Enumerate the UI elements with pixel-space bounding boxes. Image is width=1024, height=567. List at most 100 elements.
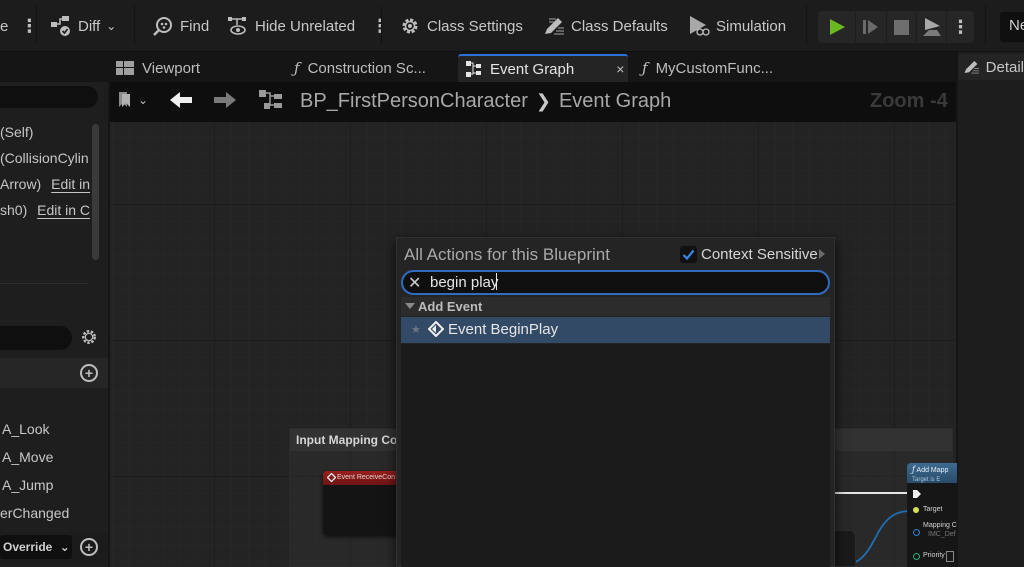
eject-button[interactable] [917, 11, 947, 43]
hide-unrelated-label: Hide Unrelated [255, 17, 356, 35]
category-label: Add Event [418, 299, 483, 314]
arrow-left-icon [170, 92, 192, 108]
breadcrumb: BP_FirstPersonCharacter ❯ Event Graph [300, 90, 671, 113]
kebab-menu-icon[interactable]: ⋮ [371, 16, 389, 37]
pin-default-value[interactable]: IMC_Def [928, 531, 956, 538]
collapse-arrow-icon[interactable] [405, 303, 415, 309]
components-search-input[interactable] [0, 86, 98, 108]
exec-pin-icon[interactable] [912, 489, 922, 499]
tab-label: Viewport [142, 59, 201, 77]
edit-in-link[interactable]: Edit in C [37, 202, 90, 218]
add-function-icon[interactable]: + [80, 538, 98, 556]
component-label: Arrow) [0, 176, 42, 192]
target-pin-icon[interactable] [913, 507, 919, 513]
close-tab-icon[interactable]: × [616, 61, 624, 77]
editor-tab-strip: Viewport ƒ Construction Sc... Event Grap… [0, 52, 1024, 82]
exec-wire [832, 492, 910, 494]
simulation-icon [690, 16, 710, 36]
action-search-input[interactable] [430, 272, 820, 292]
priority-pin-icon[interactable] [913, 553, 920, 560]
diff-button[interactable]: Diff ⌄ [50, 10, 116, 42]
function-icon: ƒ [912, 465, 915, 474]
graph-icon [466, 61, 481, 77]
hide-unrelated-button[interactable]: Hide Unrelated ⋮ [227, 10, 389, 42]
function-icon: ƒ [294, 59, 300, 77]
add-mapping-node-header[interactable]: ƒ Add Mapp Target is E [907, 463, 957, 483]
kebab-menu-icon: ⋮ [951, 16, 970, 37]
context-sensitive-label[interactable]: Context Sensitive [701, 246, 818, 263]
input-action-item[interactable]: A_Jump [2, 477, 53, 493]
tab-event-graph[interactable]: Event Graph × [458, 54, 628, 82]
class-defaults-button[interactable]: Class Defaults [543, 10, 668, 42]
breadcrumb-current-graph: Event Graph [558, 90, 672, 112]
node-title: Add Mapp [916, 467, 949, 474]
class-settings-button[interactable]: Class Settings [399, 10, 523, 42]
my-blueprint-search-input[interactable] [0, 326, 72, 350]
pin-label: Mapping C [923, 522, 957, 529]
blueprint-graph-icon [259, 90, 285, 117]
override-dropdown[interactable]: Override ⌄ [0, 535, 72, 559]
stop-button[interactable] [887, 11, 917, 43]
find-button[interactable]: Find [152, 10, 209, 42]
kebab-menu-icon[interactable]: ⋮ [20, 16, 38, 37]
text-caret [496, 273, 497, 290]
pin-label: Priority [923, 552, 945, 559]
eject-icon [923, 18, 941, 36]
arrow-right-icon [214, 92, 236, 108]
input-action-item[interactable]: A_Look [2, 421, 49, 437]
back-button[interactable] [170, 90, 194, 115]
diff-icon [51, 16, 70, 36]
chevron-down-icon: ⌄ [59, 540, 70, 554]
play-options-button[interactable]: ⋮ [946, 11, 974, 43]
favorite-star-icon[interactable]: ★ [411, 323, 421, 336]
input-action-item[interactable]: A_Move [2, 449, 53, 465]
tab-viewport[interactable]: Viewport [108, 54, 278, 82]
clear-search-icon[interactable]: ✕ [408, 273, 421, 293]
simulation-button[interactable]: Simulation [688, 10, 786, 42]
tab-label: Event Graph [490, 60, 575, 78]
hide-unrelated-icon [228, 17, 246, 35]
settings-gear-button[interactable] [80, 328, 98, 351]
class-defaults-label: Class Defaults [571, 17, 668, 35]
toolbar-partial-label: e [0, 17, 9, 35]
toolbar-partial-item[interactable]: e ⋮ [0, 10, 38, 42]
components-scrollbar[interactable] [92, 124, 99, 260]
component-row[interactable]: Arrow) Edit in [0, 176, 90, 198]
variable-node[interactable] [832, 530, 856, 567]
priority-input[interactable] [946, 551, 954, 562]
tab-details[interactable]: Detail [958, 54, 1024, 80]
component-label: sh0) [0, 202, 28, 218]
mode-selector[interactable]: Ne [1000, 12, 1024, 42]
event-item[interactable]: erChanged [0, 505, 69, 521]
component-label: (CollisionCylin [0, 150, 89, 166]
main-toolbar: e ⋮ Diff ⌄ Find Hide Unrelated ⋮ Class S… [0, 0, 1024, 52]
forward-button[interactable] [212, 90, 236, 115]
chevron-down-icon: ⌄ [138, 93, 149, 107]
context-sensitive-checkbox[interactable] [680, 246, 697, 263]
component-row[interactable]: (Self) [0, 124, 33, 146]
play-icon [830, 19, 845, 35]
tab-my-custom-function[interactable]: ƒ MyCustomFunc... [634, 54, 804, 82]
play-button[interactable] [822, 11, 852, 43]
component-row[interactable]: sh0) Edit in C [0, 202, 90, 224]
expand-arrow-icon[interactable] [819, 249, 825, 259]
action-menu-title: All Actions for this Blueprint [404, 245, 610, 264]
tab-construction-script[interactable]: ƒ Construction Sc... [286, 54, 456, 82]
class-settings-label: Class Settings [427, 17, 523, 35]
find-icon [153, 17, 172, 36]
add-icon[interactable]: + [80, 364, 98, 382]
breadcrumb-separator-icon: ❯ [535, 91, 551, 111]
node-subtitle: Target is E [912, 477, 941, 483]
advance-frame-button[interactable] [856, 11, 886, 43]
mapping-context-pin-icon[interactable] [913, 529, 920, 536]
bookmark-button[interactable]: ⌄ [118, 92, 148, 108]
component-row[interactable]: (CollisionCylin [0, 150, 89, 172]
advance-frame-icon [863, 20, 878, 34]
details-tab-label: Detail [985, 58, 1024, 76]
breadcrumb-blueprint[interactable]: BP_FirstPersonCharacter [300, 90, 528, 113]
event-diamond-icon [327, 473, 336, 482]
simulation-label: Simulation [716, 17, 787, 35]
section-header[interactable]: + [0, 358, 108, 388]
edit-in-link[interactable]: Edit in [51, 176, 90, 192]
diff-label: Diff [78, 17, 101, 35]
